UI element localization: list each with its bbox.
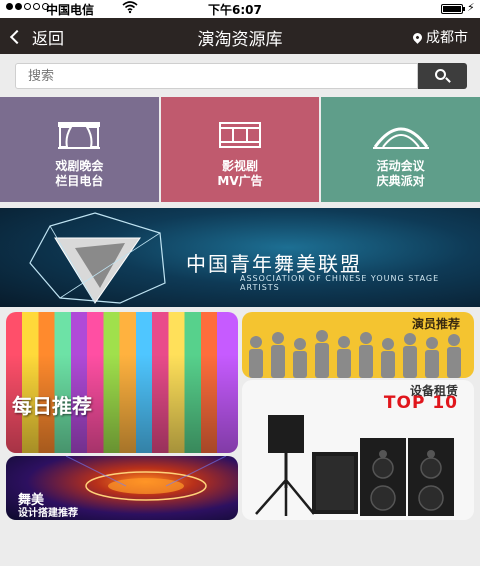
battery-icon [441,4,465,14]
category-label-2: MV广告 [217,174,263,188]
city-selector[interactable]: 成都市 [411,27,468,47]
status-bar: 中国电信 下午6:07 ⚡ [0,0,480,18]
polygon-sphere-icon [29,212,166,304]
arch-icon [371,121,431,153]
promo-banner[interactable]: 中国青年舞美联盟 ASSOCIATION OF CHINESE YOUNG ST… [0,208,480,307]
actor-recommend-card[interactable]: 演员推荐 [242,312,474,378]
wifi-icon [122,0,138,18]
stage-curtain-icon [57,121,101,153]
status-time: 下午6:07 [208,3,262,17]
nav-bar: 返回 演淘资源库 成都市 [0,18,480,54]
carrier-name: 中国电信 [46,3,95,17]
category-label-1: 戏剧晚会 [55,159,104,173]
category-theater[interactable]: 戏剧晚会 栏目电台 [0,97,159,202]
signal-strength-icon [6,3,49,10]
charging-icon: ⚡ [467,1,475,14]
search-bar [15,63,467,89]
daily-recommend-label: 每日推荐 [12,394,92,418]
category-label-1: 活动会议 [376,159,425,173]
film-strip-icon [218,121,262,153]
category-label-2: 庆典派对 [376,174,425,188]
actor-recommend-label: 演员推荐 [411,317,460,331]
stage-design-subtitle: 设计搭建推荐 [18,508,78,519]
city-label: 成都市 [426,30,468,46]
search-button[interactable] [418,63,467,89]
category-label-1: 影视剧 [222,159,259,173]
category-grid: 戏剧晚会 栏目电台 影视剧 MV广告 活动会议 庆典派对 [0,97,480,202]
banner-sub-text: ASSOCIATION OF CHINESE YOUNG STAGE ARTIS… [240,274,440,292]
daily-recommend-card[interactable]: 每日推荐 [6,312,238,453]
equipment-rental-card[interactable]: 设备租赁 TOP 10 [242,380,474,520]
page-title: 演淘资源库 [197,30,283,50]
search-input[interactable] [15,63,418,89]
speaker-icon [255,415,454,516]
stage-design-card[interactable]: 舞美 设计搭建推荐 [6,456,238,520]
category-event[interactable]: 活动会议 庆典派对 [321,97,480,202]
location-pin-icon [411,30,424,44]
banner-logo-text: 中国青年舞美联盟 [186,252,362,276]
category-label-2: 栏目电台 [55,174,104,188]
category-film[interactable]: 影视剧 MV广告 [160,97,320,202]
